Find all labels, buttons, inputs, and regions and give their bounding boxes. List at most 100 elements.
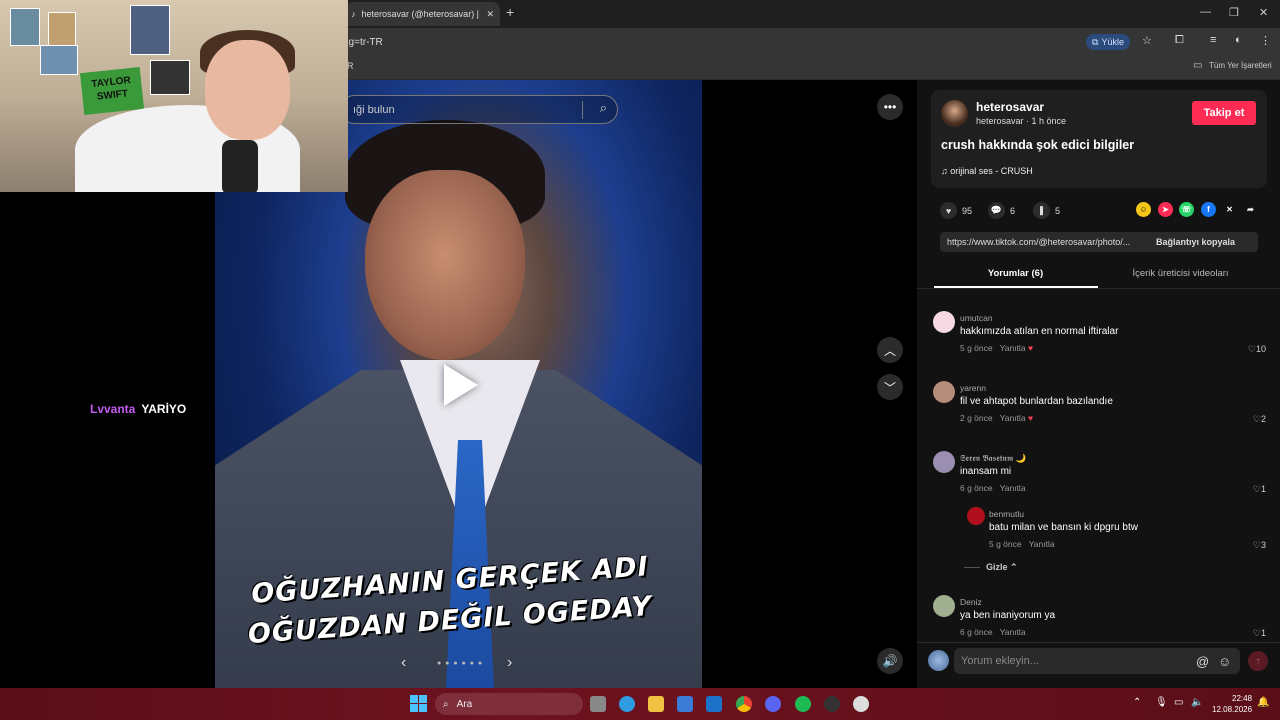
chrome-icon[interactable] [736,696,752,712]
close-tab-icon[interactable]: ✕ [486,9,494,20]
comment-input[interactable]: Yorum ekleyin... @ ☺ [954,648,1240,674]
post-link-box: https://www.tiktok.com/@heterosavar/phot… [940,232,1258,252]
send-share-icon[interactable]: ➤ [1158,202,1173,217]
comment-text: hakkımızda atılan en normal iftiralar [960,326,1119,337]
store-icon[interactable] [677,696,693,712]
play-icon[interactable] [444,364,478,406]
comment-username[interactable]: umutcan [960,313,993,323]
active-tab-indicator [934,286,1098,288]
minimize-button[interactable]: — [1200,6,1211,18]
extensions-icon[interactable]: ⧠ [1175,34,1184,47]
reply-link[interactable]: Yanıtla [1000,343,1026,353]
taskbar-search[interactable]: ⌕ Ara [435,693,583,715]
browser-tab[interactable]: ♪ heterosavar (@heterosavar) | TikTok ✕ [345,2,500,26]
avatar[interactable] [967,507,985,525]
save-stat[interactable]: ❚ 5 [1033,202,1060,219]
comment-username[interactable]: benmutlu [989,509,1024,519]
heart-outline-icon: ♡ [1252,540,1261,550]
microphone-icon[interactable]: 🎙 [1155,697,1168,708]
volume-icon[interactable]: 🔊 [877,648,903,674]
comment-icon: 💬 [988,202,1005,219]
network-icon[interactable]: ▭ [1174,697,1183,708]
all-bookmarks-link[interactable]: Tüm Yer İşaretleri [1209,61,1272,70]
comment-like[interactable]: ♡1 [1226,484,1266,495]
avatar[interactable] [933,451,955,473]
media-control-icon[interactable]: ≡ [1210,34,1216,46]
tab-comments[interactable]: Yorumlar (6) [933,268,1098,279]
avatar[interactable] [933,595,955,617]
author-username[interactable]: heterosavar [976,100,1044,114]
url-field[interactable]: ng=tr-TR [343,33,1083,51]
facebook-icon[interactable]: f [1201,202,1216,217]
menu-icon[interactable]: ⋮ [1260,34,1271,47]
music-link[interactable]: ♫ orijinal ses - CRUSH [941,166,1033,176]
new-tab-button[interactable]: + [506,4,514,20]
embed-share-icon[interactable]: ☺ [1136,202,1151,217]
avatar[interactable] [928,650,949,671]
outlook-icon[interactable] [706,696,722,712]
send-comment-button[interactable]: ↑ [1248,651,1268,671]
post-link[interactable]: https://www.tiktok.com/@heterosavar/phot… [940,237,1148,247]
comment-count: 6 [1010,205,1016,216]
maximize-button[interactable]: ❐ [1229,6,1239,19]
music-note-icon: ♫ [941,166,951,176]
avatar[interactable] [933,381,955,403]
bookmark-star-icon[interactable]: ☆ [1142,34,1152,47]
photo-face [365,170,525,360]
emoji-icon[interactable]: ☺ [1218,654,1231,669]
system-clock[interactable]: 22:48 12.08.2026 [1212,693,1252,715]
reply-link[interactable]: Yanıtla [1000,483,1026,493]
chevron-down-icon[interactable]: ﹀ [877,374,903,400]
reply-link[interactable]: Yanıtla [1000,627,1026,637]
task-view-icon[interactable] [590,696,606,712]
copy-link-button[interactable]: Bağlantıyı kopyala [1148,237,1235,247]
chevron-up-icon[interactable]: ⌃ [1133,697,1141,708]
whatsapp-icon[interactable]: ☏ [1179,202,1194,217]
more-options-icon[interactable]: ••• [877,94,903,120]
hide-replies-button[interactable]: Gizle ⌃ [986,562,1018,573]
tab-divider [917,288,1280,289]
comment-username[interactable]: yarenn [960,383,986,393]
obs-icon[interactable] [824,696,840,712]
edge-icon[interactable] [619,696,635,712]
mention-icon[interactable]: @ [1196,654,1209,669]
x-icon[interactable]: ✕ [1222,202,1237,217]
file-explorer-icon[interactable] [648,696,664,712]
spotify-icon[interactable] [795,696,811,712]
follow-button[interactable]: Takip et [1192,101,1256,125]
heart-icon: ♥ [940,202,957,219]
chevron-up-icon[interactable]: ︿ [877,337,903,363]
reply-link[interactable]: Yanıtla [1000,413,1026,423]
hide-divider [964,567,980,568]
profile-icon[interactable]: ◐ [1235,34,1242,46]
share-more-icon[interactable]: ➦ [1243,202,1258,217]
prev-photo-icon[interactable]: ‹ [401,654,406,672]
search-input[interactable]: ıği bulun ⌕ [340,95,618,124]
comment-like[interactable]: ♡3 [1226,540,1266,551]
speaker-icon[interactable]: 🔈 [1191,697,1203,708]
next-photo-icon[interactable]: › [507,654,512,672]
discord-icon[interactable] [765,696,781,712]
comment-like[interactable]: ♡1 [1226,628,1266,639]
comment-time: 6 g önce [960,627,993,637]
comment-username[interactable]: 𝕾𝖊𝖗𝖊𝖓 𝕭𝖆𝖘𝖊𝖙𝖓𝖒 🌙 [960,453,1026,464]
notification-icon[interactable]: 🔔 [1257,697,1269,708]
comment-stat[interactable]: 💬 6 [988,202,1015,219]
avatar[interactable] [933,311,955,333]
app-icon[interactable] [853,696,869,712]
like-stat[interactable]: ♥ 95 [940,202,972,219]
comment-like-count: 1 [1260,628,1266,638]
tab-creator-videos[interactable]: İçerik üreticisi videoları [1098,268,1263,279]
avatar[interactable] [941,100,968,127]
install-button[interactable]: ⧉ Yükle [1086,34,1130,50]
close-window-button[interactable]: ✕ [1259,6,1268,19]
reply-link[interactable]: Yanıtla [1029,539,1055,549]
heart-outline-icon: ♡ [1252,628,1261,638]
start-icon[interactable] [410,695,427,712]
comment-like[interactable]: ♡10 [1226,344,1266,355]
comment-like[interactable]: ♡2 [1226,414,1266,425]
comment-username[interactable]: Deniz [960,597,982,607]
music-label: orijinal ses - CRUSH [950,166,1033,176]
search-icon[interactable]: ⌕ [600,100,607,116]
comment-time: 6 g önce [960,483,993,493]
